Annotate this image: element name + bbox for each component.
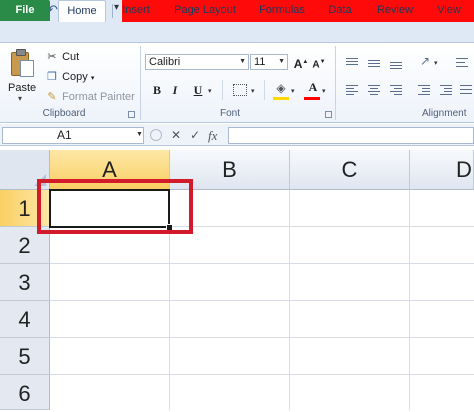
shrink-font-button[interactable]: A▼	[311, 54, 327, 70]
toolbar-divider	[112, 4, 113, 18]
gridline	[50, 337, 474, 338]
clipboard-group-label: Clipboard	[42, 108, 86, 119]
paste-sheet-icon	[20, 60, 34, 77]
cut-label: Cut	[62, 51, 80, 63]
enter-icon[interactable]: ✓	[190, 127, 200, 144]
row-header-6[interactable]: 6	[0, 375, 50, 410]
format-painter-label: Format Painter	[62, 91, 135, 103]
name-box-dropdown-icon[interactable]: ▼	[136, 131, 143, 138]
paste-dropdown-icon[interactable]: ▾	[18, 94, 22, 103]
wrap-text-icon[interactable]	[455, 57, 469, 69]
row-header-4[interactable]: 4	[0, 301, 50, 338]
tab-formulas[interactable]: Formulas	[255, 0, 309, 21]
cut-button[interactable]: ✂ Cut	[45, 49, 79, 65]
insert-function-button[interactable]: fx	[208, 127, 217, 144]
paste-clip-icon	[16, 49, 26, 56]
font-group-label: Font	[219, 108, 240, 119]
orientation-dropdown-icon[interactable]: ▾	[434, 59, 438, 67]
ribbon-tabs	[0, 22, 474, 43]
align-center-icon[interactable]	[367, 84, 381, 96]
format-painter-button[interactable]: ✎ Format Painter	[45, 89, 135, 105]
tab-page-layout[interactable]: Page Layout	[168, 0, 242, 21]
row-header-5[interactable]: 5	[0, 338, 50, 375]
font-name-value: Calibri	[149, 56, 181, 68]
font-size-value: 11	[254, 56, 266, 68]
group-divider	[140, 46, 141, 120]
chevron-down-icon: ▼	[239, 58, 246, 65]
highlight-box	[37, 179, 193, 234]
copy-label: Copy	[62, 71, 88, 83]
italic-button[interactable]: I	[167, 82, 183, 98]
font-color-dropdown-icon[interactable]: ▾	[322, 87, 326, 95]
tab-view[interactable]: View	[432, 0, 466, 21]
grow-font-button[interactable]: A▲	[293, 54, 309, 71]
copy-icon: ❐	[47, 71, 57, 83]
column-header-d[interactable]: D	[410, 150, 474, 190]
fill-color-dropdown-icon[interactable]: ▾	[291, 87, 295, 95]
tab-data[interactable]: Data	[322, 0, 358, 21]
scissors-icon: ✂	[47, 51, 57, 63]
column-header-c[interactable]: C	[290, 150, 410, 190]
group-divider	[335, 46, 336, 120]
copy-button[interactable]: ❐ Copy ▾	[45, 69, 94, 85]
underline-button[interactable]: U	[190, 82, 206, 98]
align-right-icon[interactable]	[389, 84, 403, 96]
paste-button[interactable]: Paste	[8, 82, 36, 94]
font-launcher-icon[interactable]	[325, 111, 332, 118]
font-color-swatch	[304, 97, 320, 100]
borders-icon[interactable]	[233, 84, 247, 96]
align-bottom-icon[interactable]	[389, 57, 403, 69]
fill-color-swatch	[273, 97, 289, 100]
tab-insert[interactable]: Insert	[116, 0, 156, 21]
cancel-icon[interactable]: ✕	[171, 127, 181, 144]
orientation-icon[interactable]: ↗	[420, 54, 430, 68]
copy-dropdown-icon[interactable]: ▾	[91, 75, 95, 82]
name-box[interactable]: A1	[2, 127, 144, 144]
decrease-indent-icon[interactable]	[417, 84, 431, 96]
gridline	[50, 374, 474, 375]
underline-dropdown-icon[interactable]: ▾	[208, 87, 212, 95]
toolbar-divider	[264, 80, 265, 100]
clipboard-launcher-icon[interactable]	[128, 111, 135, 118]
tab-home[interactable]: Home	[58, 0, 106, 22]
chevron-down-icon: ▼	[278, 58, 285, 65]
fill-color-icon[interactable]: ◈	[273, 80, 289, 96]
borders-dropdown-icon[interactable]: ▾	[251, 87, 255, 95]
bold-button[interactable]: B	[149, 82, 165, 98]
align-left-icon[interactable]	[345, 84, 359, 96]
gridline	[50, 263, 474, 264]
toolbar-divider	[222, 80, 223, 100]
formula-input[interactable]	[228, 127, 474, 144]
formula-bar-splitter-icon[interactable]	[150, 129, 162, 141]
font-name-select[interactable]: Calibri ▼	[145, 54, 249, 70]
paintbrush-icon: ✎	[47, 91, 57, 103]
align-middle-icon[interactable]	[367, 57, 381, 69]
font-color-button[interactable]: A	[305, 79, 321, 95]
row-header-3[interactable]: 3	[0, 264, 50, 301]
font-size-select[interactable]: 11 ▼	[250, 54, 288, 70]
align-top-icon[interactable]	[345, 57, 359, 69]
tab-review[interactable]: Review	[372, 0, 418, 21]
tab-file[interactable]: File	[0, 0, 50, 21]
alignment-group-label: Alignment	[422, 108, 467, 119]
merge-center-icon[interactable]	[459, 84, 473, 96]
gridline	[50, 300, 474, 301]
increase-indent-icon[interactable]	[439, 84, 453, 96]
